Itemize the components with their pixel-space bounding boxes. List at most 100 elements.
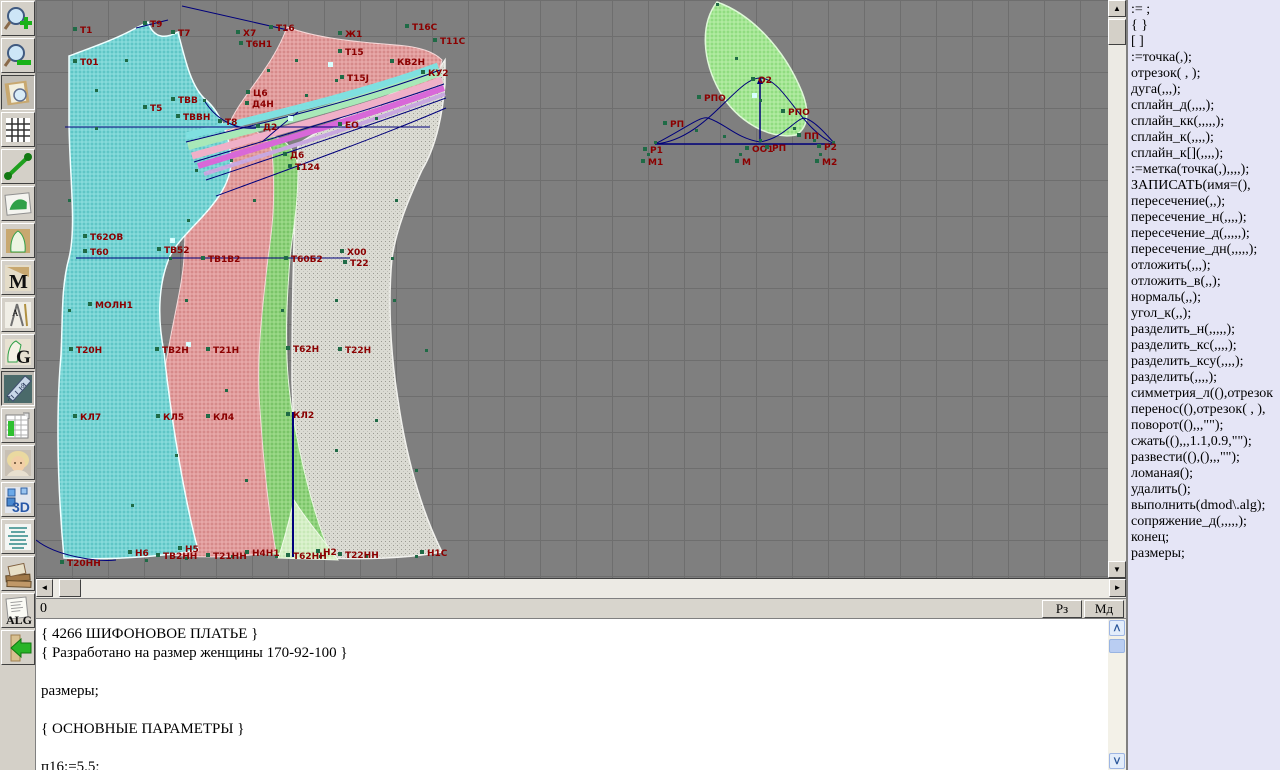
point-marker[interactable] — [305, 94, 308, 97]
point-marker[interactable] — [759, 139, 762, 142]
command-item[interactable]: :=точка(,); — [1131, 50, 1280, 66]
code-line[interactable]: { Разработано на размер женщины 170-92-1… — [41, 644, 1108, 663]
command-item[interactable]: ЗАПИСАТЬ(имя=(), — [1131, 178, 1280, 194]
point-marker[interactable] — [169, 257, 172, 260]
point-marker[interactable] — [145, 559, 148, 562]
command-item[interactable]: поворот((),,,""); — [1131, 418, 1280, 434]
point-marker[interactable] — [206, 414, 210, 418]
point-marker[interactable] — [716, 3, 719, 6]
point-marker[interactable] — [156, 414, 160, 418]
point-marker[interactable] — [68, 199, 71, 202]
command-item[interactable]: сплайн_к(,,,,); — [1131, 130, 1280, 146]
point-marker[interactable] — [797, 133, 801, 137]
point-marker[interactable] — [759, 99, 762, 102]
point-marker[interactable] — [340, 249, 344, 253]
canvas-vertical-scrollbar[interactable]: ▲ ▼ — [1108, 0, 1126, 578]
point-marker[interactable] — [393, 299, 396, 302]
books-button[interactable] — [1, 556, 35, 591]
command-item[interactable]: выполнить(dmod\.alg); — [1131, 498, 1280, 514]
point-marker[interactable] — [695, 129, 698, 132]
canvas-horizontal-scrollbar[interactable]: ◄ ► — [36, 578, 1126, 598]
zoom-in-button[interactable] — [1, 1, 35, 36]
point-marker[interactable] — [641, 159, 645, 163]
point-marker[interactable] — [338, 49, 342, 53]
point-marker[interactable] — [793, 127, 796, 130]
point-marker[interactable] — [253, 199, 256, 202]
command-item[interactable]: := ; — [1131, 2, 1280, 18]
code-line[interactable]: размеры; — [41, 682, 1108, 701]
point-marker[interactable] — [415, 555, 418, 558]
point-marker[interactable] — [375, 117, 378, 120]
command-item[interactable]: отложить_в(,,); — [1131, 274, 1280, 290]
point-marker[interactable] — [131, 504, 134, 507]
point-marker[interactable] — [286, 412, 290, 416]
point-marker[interactable] — [283, 152, 287, 156]
point-marker[interactable] — [663, 121, 667, 125]
point-marker[interactable] — [206, 347, 210, 351]
point-marker[interactable] — [375, 419, 378, 422]
point-marker[interactable] — [421, 70, 425, 74]
point-marker[interactable] — [267, 69, 270, 72]
point-marker[interactable] — [245, 101, 249, 105]
point-marker[interactable] — [340, 75, 344, 79]
editor-scroll-up-button[interactable]: ᐱ — [1109, 620, 1125, 636]
point-marker[interactable] — [187, 219, 190, 222]
point-marker[interactable] — [338, 122, 342, 126]
point-marker[interactable] — [156, 553, 160, 557]
point-marker[interactable] — [83, 234, 87, 238]
point-marker[interactable] — [395, 199, 398, 202]
point-marker[interactable] — [143, 105, 147, 109]
point-marker[interactable] — [73, 414, 77, 418]
picture-button[interactable] — [1, 186, 35, 221]
model-photo-button[interactable] — [1, 445, 35, 480]
command-item[interactable]: перенос((),отрезок( , ), — [1131, 402, 1280, 418]
command-item[interactable]: :=метка(точка(,),,,,); — [1131, 162, 1280, 178]
point-marker[interactable] — [68, 309, 71, 312]
point-marker[interactable] — [391, 257, 394, 260]
command-item[interactable]: разделить(,,,,); — [1131, 370, 1280, 386]
pattern-piece-button[interactable] — [1, 223, 35, 258]
point-marker[interactable] — [765, 145, 769, 149]
point-marker[interactable] — [218, 119, 222, 123]
code-line[interactable] — [41, 663, 1108, 682]
point-marker[interactable] — [335, 79, 338, 82]
point-marker[interactable] — [284, 256, 288, 260]
point-marker[interactable] — [176, 114, 180, 118]
selection-handle[interactable] — [170, 238, 175, 243]
point-marker[interactable] — [735, 159, 739, 163]
point-marker[interactable] — [73, 59, 77, 63]
command-item[interactable]: пересечение(,,); — [1131, 194, 1280, 210]
point-marker[interactable] — [723, 135, 726, 138]
canvas-hscroll-thumb[interactable] — [59, 579, 81, 597]
point-marker[interactable] — [643, 147, 647, 151]
point-marker[interactable] — [171, 30, 175, 34]
canvas-vscroll-thumb[interactable] — [1108, 19, 1126, 45]
point-marker[interactable] — [654, 141, 657, 144]
code-line[interactable] — [41, 701, 1108, 720]
point-marker[interactable] — [745, 146, 749, 150]
point-marker[interactable] — [157, 247, 161, 251]
point-marker[interactable] — [155, 347, 159, 351]
ruler-button[interactable]: 8 7 — [1, 371, 35, 406]
point-marker[interactable] — [239, 41, 243, 45]
selection-handle[interactable] — [328, 62, 333, 67]
view-3d-button[interactable]: 3D — [1, 482, 35, 517]
command-item[interactable]: сплайн_к[](,,,,); — [1131, 146, 1280, 162]
point-marker[interactable] — [201, 256, 205, 260]
point-marker[interactable] — [143, 21, 147, 25]
point-marker[interactable] — [175, 454, 178, 457]
command-item[interactable]: сжать((),,,1.1,0.9,""); — [1131, 434, 1280, 450]
point-marker[interactable] — [819, 153, 822, 156]
editor-vertical-scrollbar[interactable]: ᐱ ᐯ — [1108, 618, 1126, 770]
point-marker[interactable] — [286, 346, 290, 350]
command-item[interactable]: разделить_ксу(,,,,); — [1131, 354, 1280, 370]
point-marker[interactable] — [225, 389, 228, 392]
point-marker[interactable] — [171, 97, 175, 101]
command-item[interactable]: разделить_кс(,,,,); — [1131, 338, 1280, 354]
code-line[interactable]: { 4266 ШИФОНОВОЕ ПЛАТЬЕ } — [41, 625, 1108, 644]
alg-document-button[interactable]: ALG — [1, 593, 35, 628]
point-marker[interactable] — [128, 550, 132, 554]
selection-handle[interactable] — [288, 116, 293, 121]
point-marker[interactable] — [206, 553, 210, 557]
point-marker[interactable] — [335, 299, 338, 302]
